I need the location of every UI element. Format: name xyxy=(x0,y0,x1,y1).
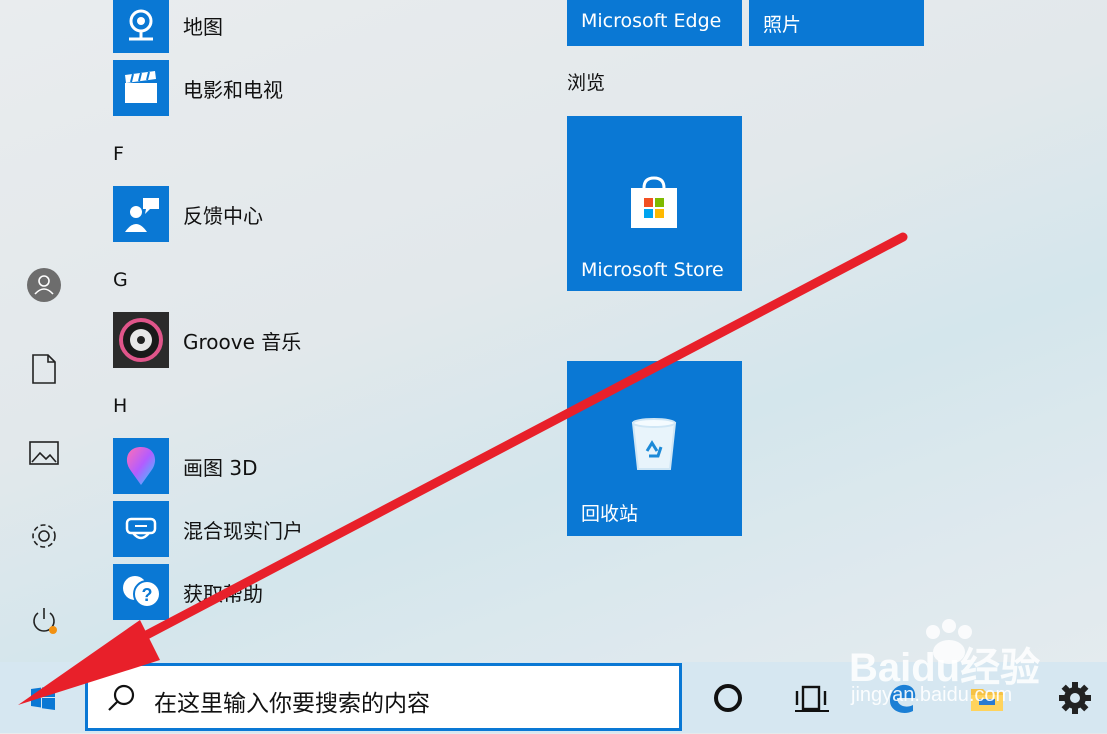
tile-photos[interactable]: 照片 xyxy=(749,0,924,46)
task-view-button[interactable] xyxy=(786,672,838,724)
tile-recycle-bin[interactable]: 回收站 xyxy=(567,361,742,536)
movies-tv-icon xyxy=(113,60,169,116)
app-label: 混合现实门户 xyxy=(183,518,303,543)
tile-microsoft-edge[interactable]: Microsoft Edge xyxy=(567,0,742,46)
windows-logo-icon xyxy=(31,686,55,710)
app-list-item-get-help[interactable]: ? 获取帮助 xyxy=(113,564,263,620)
pictures-icon[interactable] xyxy=(22,431,66,475)
documents-icon[interactable] xyxy=(22,347,66,391)
feedback-hub-icon xyxy=(113,186,169,242)
tile-microsoft-store[interactable]: Microsoft Store xyxy=(567,116,742,291)
search-icon xyxy=(108,684,135,711)
tile-label: 照片 xyxy=(763,14,802,36)
settings-icon[interactable] xyxy=(22,514,66,558)
app-label: 反馈中心 xyxy=(183,203,263,228)
app-label: Groove 音乐 xyxy=(183,329,302,354)
tile-label: 回收站 xyxy=(581,503,639,525)
section-letter-f[interactable]: F xyxy=(113,143,124,165)
maps-icon xyxy=(113,0,169,53)
app-list-item-paint-3d[interactable]: 画图 3D xyxy=(113,438,257,494)
start-button[interactable] xyxy=(17,672,69,724)
recycle-bin-icon xyxy=(629,417,679,477)
cortana-ring-icon xyxy=(714,684,742,712)
app-list-item-groove-music[interactable]: Groove 音乐 xyxy=(113,312,301,368)
app-label: 获取帮助 xyxy=(183,581,263,606)
search-placeholder: 在这里输入你要搜索的内容 xyxy=(154,691,430,717)
power-icon[interactable] xyxy=(22,598,66,642)
app-list-item-maps[interactable]: 地图 xyxy=(113,0,223,53)
store-bag-icon xyxy=(625,174,683,236)
tile-group-title[interactable]: 浏览 xyxy=(567,68,605,95)
start-rail xyxy=(0,0,88,662)
groove-music-icon xyxy=(113,312,169,368)
tile-label: Microsoft Edge xyxy=(581,10,722,32)
user-account-icon[interactable] xyxy=(22,263,66,307)
section-letter-g[interactable]: G xyxy=(113,269,128,291)
cortana-button[interactable] xyxy=(702,672,754,724)
app-label: 画图 3D xyxy=(183,455,258,480)
app-list-item-movies-tv[interactable]: 电影和电视 xyxy=(113,60,283,116)
section-letter-h[interactable]: H xyxy=(113,395,127,417)
svg-text:?: ? xyxy=(142,585,153,605)
get-help-icon: ? xyxy=(113,564,169,620)
baidu-watermark: Baidu经验 jingyan.baidu.com xyxy=(845,610,1105,730)
app-list-item-feedback-hub[interactable]: 反馈中心 xyxy=(113,186,263,242)
app-list-item-mixed-reality[interactable]: 混合现实门户 xyxy=(113,501,303,557)
taskbar-search-box[interactable]: 在这里输入你要搜索的内容 xyxy=(85,663,682,731)
paint-3d-icon xyxy=(113,438,169,494)
mixed-reality-icon xyxy=(113,501,169,557)
app-label: 地图 xyxy=(183,14,223,39)
tile-label: Microsoft Store xyxy=(581,259,724,281)
app-label: 电影和电视 xyxy=(183,77,283,102)
task-view-icon xyxy=(795,685,829,712)
watermark-url: jingyan.baidu.com xyxy=(851,684,1013,706)
